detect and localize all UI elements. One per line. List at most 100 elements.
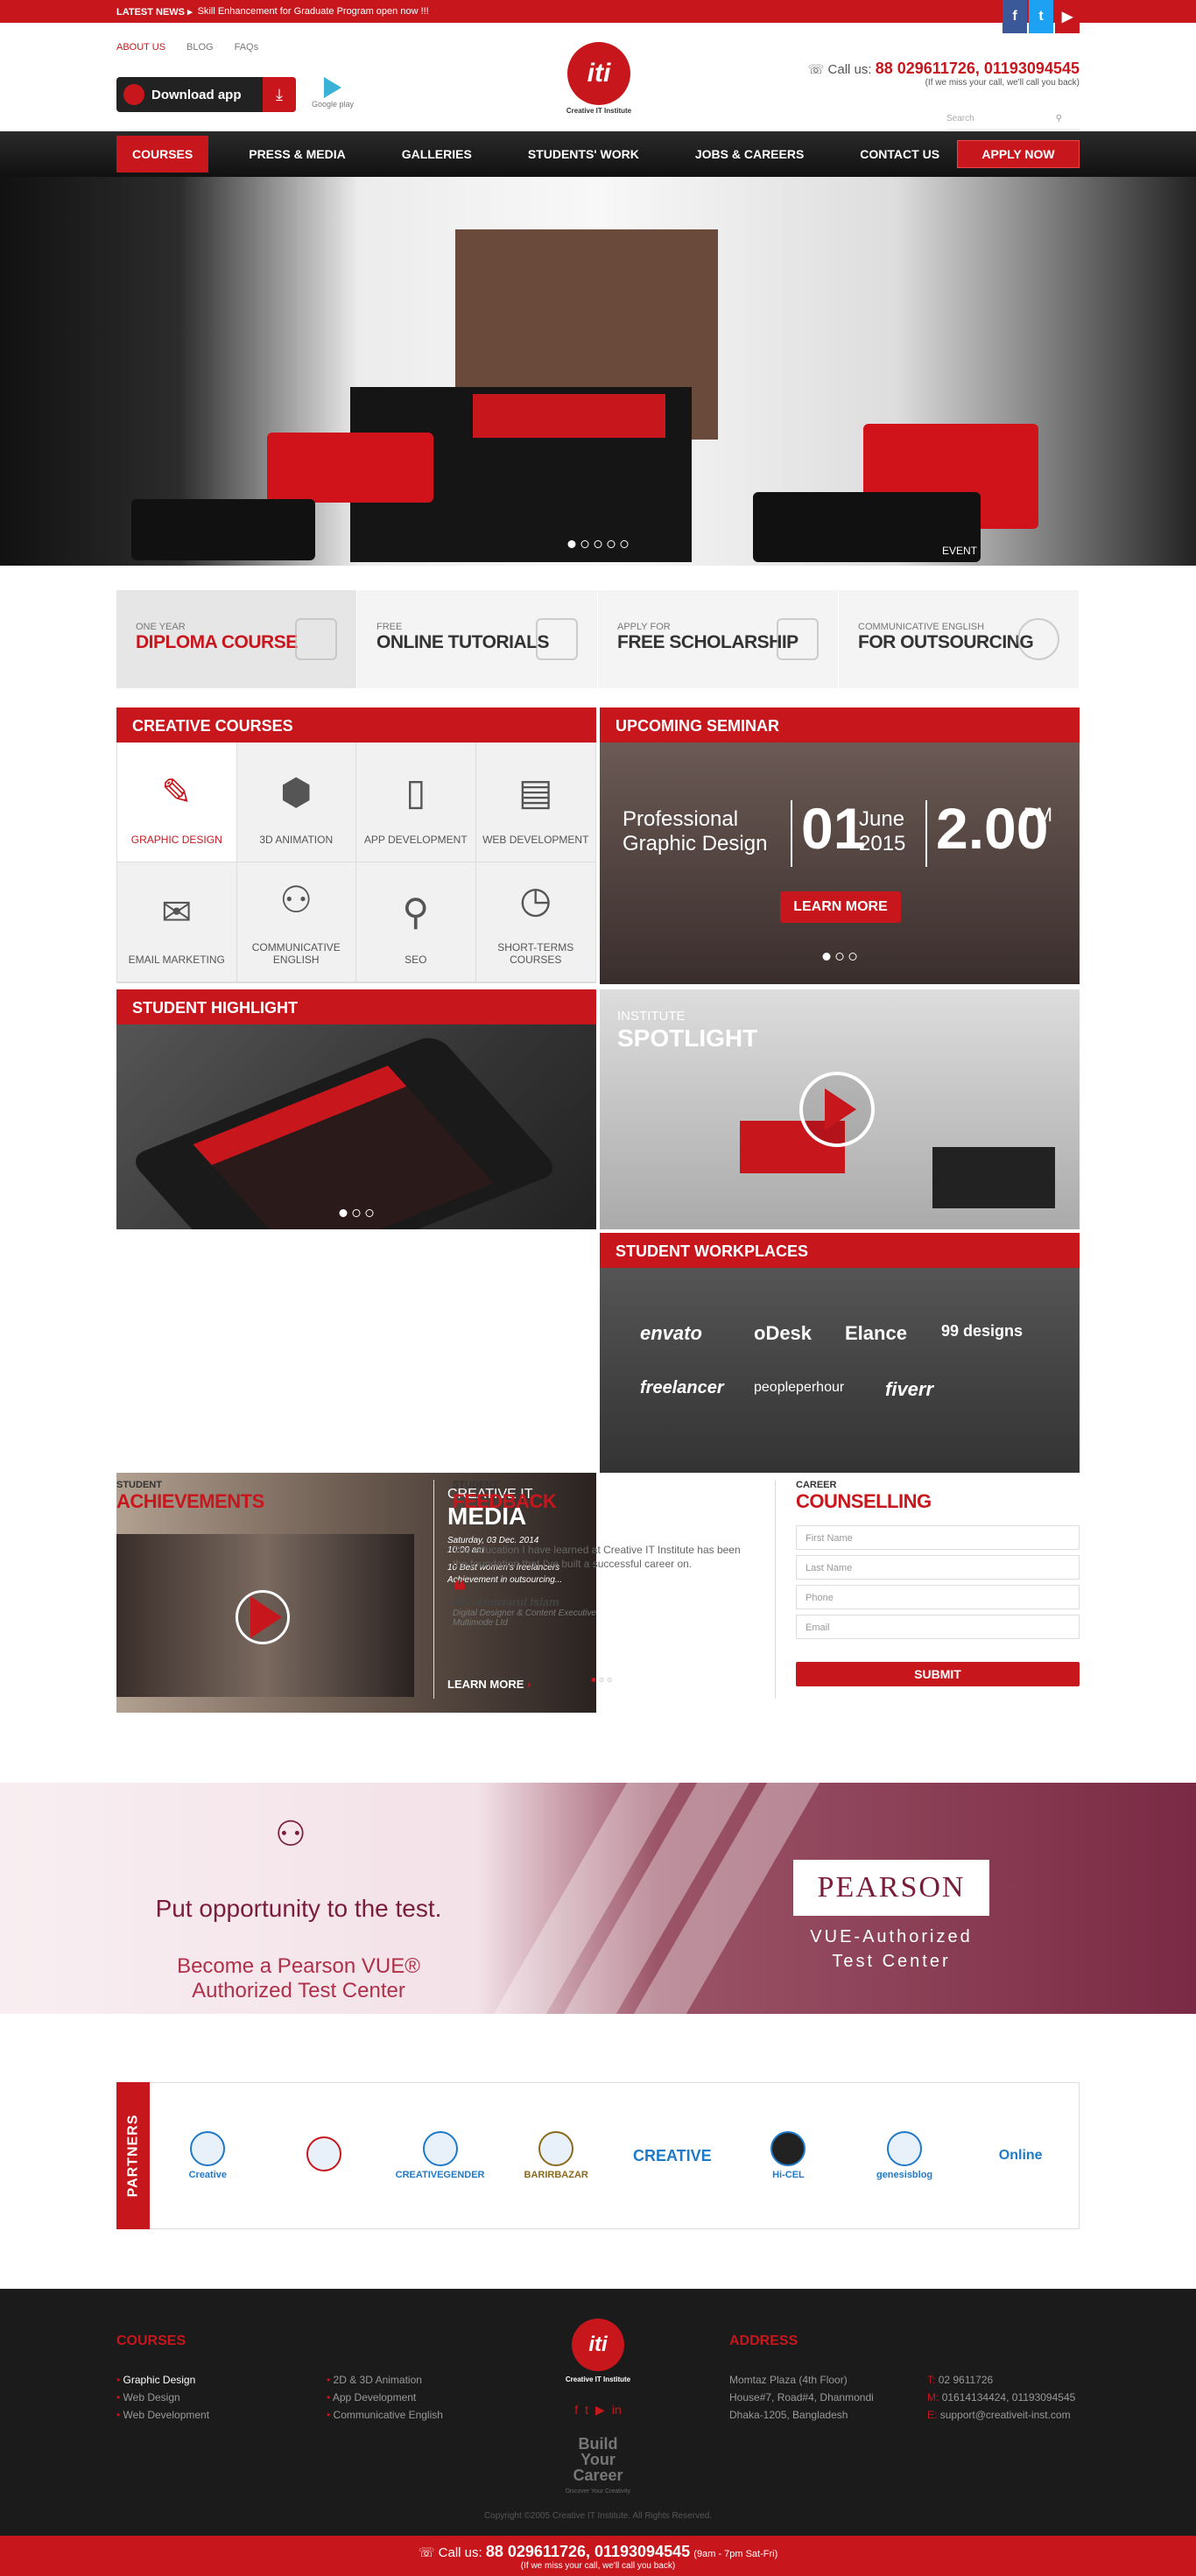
site-logo[interactable]: iti Creative IT Institute: [561, 42, 637, 115]
contact-email[interactable]: support@creativeit-inst.com: [940, 2409, 1071, 2421]
search-input[interactable]: Search ⚲: [946, 110, 1080, 130]
slide-dot[interactable]: [594, 540, 602, 548]
contact-key: M:: [927, 2391, 939, 2404]
course-app-development[interactable]: ▯ APP DEVELOPMENT: [356, 743, 476, 862]
footer: COURSES Graphic Design Web Design Web De…: [0, 2289, 1196, 2576]
submit-button[interactable]: SUBMIT: [796, 1662, 1080, 1686]
globe-icon: [1017, 618, 1059, 660]
hero-slider[interactable]: EVENT: [0, 177, 1196, 566]
partner-logo[interactable]: genesisblog: [856, 2131, 953, 2180]
course-email-marketing[interactable]: ✉ EMAIL MARKETING: [117, 862, 237, 982]
slide-dot[interactable]: [822, 953, 831, 961]
footer-link[interactable]: App Development: [327, 2389, 443, 2406]
course-communicative-english[interactable]: ⚇ COMMUNICATIVE ENGLISH: [236, 862, 356, 982]
slide-dot[interactable]: [365, 1209, 374, 1217]
download-app-button[interactable]: Download app ⤓: [116, 77, 296, 112]
partner-logo[interactable]: Hi-CEL: [740, 2131, 836, 2180]
partner-logo[interactable]: Online: [973, 2148, 1069, 2164]
feature-communicative-english[interactable]: COMMUNICATIVE ENGLISH FOR OUTSOURCING: [839, 590, 1080, 688]
contact-mobile[interactable]: 01614134424, 01193094545: [942, 2391, 1076, 2404]
course-3d-animation[interactable]: ⬢ 3D ANIMATION: [236, 743, 356, 862]
linkedin-icon[interactable]: in: [612, 2401, 622, 2418]
slide-dot[interactable]: [567, 540, 576, 548]
highlight-slide[interactable]: [116, 1024, 596, 1229]
facebook-icon[interactable]: f: [574, 2401, 578, 2418]
nav-students-work[interactable]: STUDENTS' WORK: [512, 136, 655, 172]
seminar-slide-dots: [822, 953, 857, 961]
footer-link[interactable]: Web Development: [116, 2406, 210, 2424]
footer-link[interactable]: Graphic Design: [116, 2371, 209, 2389]
feature-diploma-course[interactable]: ONE YEAR DIPLOMA COURSE: [116, 590, 357, 688]
brand-odesk[interactable]: oDesk: [754, 1322, 812, 1345]
brand-elance[interactable]: Elance: [845, 1322, 907, 1345]
pearson-banner[interactable]: ⚇ Put opportunity to the test. Become a …: [0, 1783, 1196, 2014]
seminar-learn-more-button[interactable]: LEARN MORE: [780, 891, 901, 923]
brand-envato[interactable]: envato: [640, 1322, 702, 1345]
youtube-icon[interactable]: ▶: [595, 2401, 605, 2418]
address-line: Dhaka-1205, Bangladesh: [729, 2409, 848, 2421]
email-field[interactable]: Email: [796, 1615, 1080, 1639]
google-play-badge[interactable]: Google play: [311, 77, 355, 109]
contact-key: T:: [927, 2374, 936, 2386]
about-us-link[interactable]: ABOUT US: [116, 42, 165, 53]
faqs-link[interactable]: FAQs: [235, 42, 259, 53]
brand-fiverr[interactable]: fiverr: [885, 1378, 933, 1401]
footer-link[interactable]: Web Design: [116, 2389, 209, 2406]
slide-dot[interactable]: [607, 1678, 612, 1682]
first-name-field[interactable]: First Name: [796, 1525, 1080, 1550]
slide-dot[interactable]: [848, 953, 857, 961]
build-your-career: Build Your Career: [573, 2435, 623, 2484]
nav-press-media[interactable]: PRESS & MEDIA: [233, 136, 361, 172]
feature-free-scholarship[interactable]: APPLY FOR FREE SCHOLARSHIP: [598, 590, 839, 688]
course-graphic-design[interactable]: ✎ GRAPHIC DESIGN: [117, 743, 237, 862]
last-name-field[interactable]: Last Name: [796, 1555, 1080, 1580]
slide-dot[interactable]: [580, 540, 589, 548]
brand-freelancer[interactable]: freelancer: [640, 1378, 724, 1398]
play-video-icon[interactable]: [236, 1590, 290, 1644]
phone-field[interactable]: Phone: [796, 1585, 1080, 1609]
contact-phone[interactable]: 02 9611726: [939, 2374, 994, 2386]
slide-dot[interactable]: [339, 1209, 348, 1217]
footer-call-bar: ☏ Call us: 88 029611726, 01193094545 (9a…: [0, 2536, 1196, 2576]
search-icon[interactable]: ⚲: [1056, 114, 1062, 129]
partner-logo[interactable]: CREATIVE: [624, 2147, 721, 2165]
twitter-icon[interactable]: t: [585, 2401, 588, 2418]
course-seo[interactable]: ⚲ SEO: [356, 862, 476, 982]
slide-dot[interactable]: [352, 1209, 361, 1217]
call-numbers[interactable]: 88 029611726, 01193094545: [876, 60, 1080, 77]
footer-logo[interactable]: iti Creative IT Institute f t ▶ in Build Yo…: [560, 2319, 636, 2501]
feedback-subtitle: STUDENT: [453, 1480, 498, 1490]
nav-courses[interactable]: COURSES: [116, 136, 209, 172]
footer-call-numbers[interactable]: 88 029611726, 01193094545: [486, 2543, 690, 2560]
graduation-cap-icon: [777, 618, 819, 660]
partner-logo[interactable]: CREATIVEGENDER: [392, 2131, 489, 2180]
apply-now-button[interactable]: APPLY NOW: [957, 140, 1080, 168]
slide-dot[interactable]: [620, 540, 629, 548]
partner-logo[interactable]: BARIRBAZAR: [508, 2131, 604, 2180]
partner-logo[interactable]: [276, 2136, 372, 2175]
blog-link[interactable]: BLOG: [186, 42, 214, 53]
nav-jobs-careers[interactable]: JOBS & CAREERS: [679, 136, 820, 172]
slide-dot[interactable]: [607, 540, 616, 548]
seminar-year: 2015: [859, 832, 906, 855]
nav-contact-us[interactable]: CONTACT US: [844, 136, 955, 172]
achievements-video[interactable]: [116, 1534, 414, 1697]
play-video-icon[interactable]: [799, 1072, 875, 1147]
partner-logo[interactable]: Creative: [159, 2131, 256, 2180]
slide-dot[interactable]: [591, 1678, 596, 1682]
brand-peopleperhour[interactable]: peopleperhour: [754, 1380, 844, 1396]
partner-name: Online: [998, 2148, 1043, 2163]
nav-galleries[interactable]: GALLERIES: [386, 136, 488, 172]
course-short-terms[interactable]: ◷ SHORT-TERMS COURSES: [475, 862, 595, 982]
latest-news-text[interactable]: Skill Enhancement for Graduate Program o…: [198, 6, 429, 17]
slide-dot[interactable]: [835, 953, 844, 961]
feedback-name: Md. Anowarul Islam: [453, 1595, 559, 1608]
feature-online-tutorials[interactable]: FREE ONLINE TUTORIALS: [357, 590, 598, 688]
institute-spotlight-panel[interactable]: INSTITUTE SPOTLIGHT: [600, 989, 1080, 1229]
slide-dot[interactable]: [599, 1678, 604, 1682]
footer-link[interactable]: 2D & 3D Animation: [327, 2371, 443, 2389]
brand-99designs[interactable]: 99 designs: [941, 1322, 1023, 1341]
footer-link[interactable]: Communicative English: [327, 2406, 443, 2424]
seminar-topic-line2: Graphic Design: [623, 832, 768, 855]
course-web-development[interactable]: ▤ WEB DEVELOPMENT: [475, 743, 595, 862]
